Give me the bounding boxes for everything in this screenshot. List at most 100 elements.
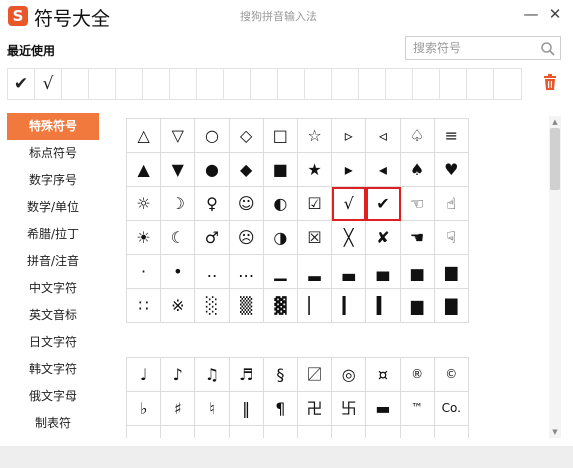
symbol-cell[interactable]: ▎ <box>332 289 367 323</box>
symbol-cell[interactable]: ● <box>195 153 230 187</box>
symbol-cell[interactable]: ▃ <box>332 255 367 289</box>
sidebar-item[interactable]: 特殊符号 <box>7 113 99 140</box>
symbol-cell[interactable]: ☹ <box>229 221 264 255</box>
symbol-cell[interactable]: ★ <box>297 153 333 187</box>
symbol-cell[interactable]: ♀ <box>195 187 230 221</box>
sidebar-item[interactable]: 数学/单位 <box>7 194 99 221</box>
symbol-cell[interactable]: ▅ <box>400 255 435 289</box>
symbol-cell[interactable]: 〼 <box>297 358 333 392</box>
symbol-cell[interactable]: ▬ <box>366 392 401 426</box>
sidebar-item[interactable]: 数字序号 <box>7 167 99 194</box>
scroll-down-arrow-icon[interactable]: ▼ <box>549 426 561 438</box>
symbol-cell[interactable]: ☑ <box>297 187 333 221</box>
symbol-cell[interactable] <box>401 426 435 438</box>
symbol-cell[interactable]: ‥ <box>195 255 230 289</box>
symbol-cell[interactable]: ♩ <box>127 358 162 392</box>
symbol-cell[interactable]: ░ <box>195 289 230 323</box>
symbol-cell[interactable]: ◆ <box>229 153 264 187</box>
close-button[interactable]: ✕ <box>545 3 565 25</box>
symbol-cell[interactable]: © <box>434 358 469 392</box>
symbol-cell[interactable] <box>366 426 401 438</box>
symbol-cell[interactable]: ▄ <box>366 255 401 289</box>
symbol-cell[interactable] <box>195 426 230 438</box>
symbol-cell[interactable]: ♫ <box>195 358 230 392</box>
symbol-cell[interactable] <box>435 426 469 438</box>
scroll-thumb[interactable] <box>550 128 560 190</box>
symbol-cell[interactable]: ◃ <box>366 119 401 153</box>
symbol-cell[interactable]: ☜ <box>400 187 435 221</box>
symbol-cell[interactable]: ◂ <box>366 153 401 187</box>
symbol-cell[interactable]: ◐ <box>263 187 298 221</box>
symbol-cell[interactable]: 卍 <box>297 392 333 426</box>
symbol-cell[interactable]: ≡ <box>434 119 469 153</box>
symbol-cell[interactable]: 卐 <box>332 392 367 426</box>
recent-symbol-cell[interactable] <box>359 69 386 99</box>
symbol-cell[interactable]: ▽ <box>161 119 196 153</box>
symbol-cell[interactable]: ☝ <box>434 187 469 221</box>
symbol-cell[interactable]: ∷ <box>127 289 162 323</box>
symbol-cell[interactable]: ☚ <box>400 221 435 255</box>
recent-symbol-cell[interactable] <box>116 69 143 99</box>
recent-symbol-cell[interactable] <box>197 69 224 99</box>
symbol-cell[interactable]: ® <box>400 358 435 392</box>
recent-symbol-cell[interactable] <box>305 69 332 99</box>
sidebar-item[interactable]: 俄文字母 <box>7 383 99 410</box>
sidebar-item[interactable]: 标点符号 <box>7 140 99 167</box>
recent-symbol-cell[interactable] <box>278 69 305 99</box>
recent-symbol-cell[interactable] <box>386 69 413 99</box>
symbol-cell[interactable]: ╳ <box>332 221 367 255</box>
sidebar-item[interactable]: 英文音标 <box>7 302 99 329</box>
symbol-cell[interactable] <box>264 426 298 438</box>
symbol-cell[interactable]: ♂ <box>195 221 230 255</box>
sidebar-item[interactable]: 中文字符 <box>7 275 99 302</box>
sidebar-item[interactable]: 拼音/注音 <box>7 248 99 275</box>
symbol-cell[interactable] <box>127 426 162 438</box>
symbol-cell[interactable]: ♯ <box>161 392 196 426</box>
symbol-cell[interactable]: § <box>263 358 298 392</box>
symbol-cell[interactable]: ▏ <box>297 289 333 323</box>
search-icon[interactable] <box>540 41 556 57</box>
search-input[interactable] <box>406 37 534 59</box>
symbol-cell[interactable]: ♠ <box>400 153 435 187</box>
recent-symbol-cell[interactable] <box>440 69 467 99</box>
symbol-cell[interactable]: ✘ <box>366 221 401 255</box>
symbol-cell[interactable]: ▼ <box>161 153 196 187</box>
symbol-cell[interactable]: ¶ <box>263 392 298 426</box>
symbol-cell[interactable]: ▍ <box>366 289 401 323</box>
symbol-cell[interactable]: ☆ <box>297 119 333 153</box>
symbol-cell[interactable] <box>161 426 196 438</box>
symbol-cell[interactable] <box>298 426 333 438</box>
symbol-cell[interactable]: Co. <box>434 392 469 426</box>
symbol-cell[interactable]: ☀ <box>127 221 162 255</box>
sidebar-item[interactable]: 日文字符 <box>7 329 99 356</box>
vertical-scrollbar[interactable]: ▲ ▼ <box>549 116 561 438</box>
symbol-cell[interactable]: ™ <box>400 392 435 426</box>
symbol-cell[interactable]: ☟ <box>434 221 469 255</box>
symbol-cell[interactable] <box>332 426 367 438</box>
symbol-cell[interactable]: ☾ <box>161 221 196 255</box>
symbol-cell[interactable]: ▲ <box>127 153 162 187</box>
scroll-up-arrow-icon[interactable]: ▲ <box>549 116 561 128</box>
symbol-cell[interactable]: □ <box>263 119 298 153</box>
symbol-cell[interactable]: ☺ <box>229 187 264 221</box>
symbol-cell[interactable]: △ <box>127 119 162 153</box>
symbol-cell[interactable]: • <box>161 255 196 289</box>
symbol-cell[interactable]: ■ <box>263 153 298 187</box>
recent-symbol-cell[interactable] <box>413 69 440 99</box>
symbol-cell[interactable]: · <box>127 255 162 289</box>
recent-symbol-cell[interactable] <box>467 69 494 99</box>
minimize-button[interactable]: — <box>521 3 541 25</box>
recent-symbol-cell[interactable]: √ <box>35 69 62 99</box>
sidebar-item[interactable]: 制表符 <box>7 410 99 437</box>
symbol-cell[interactable]: ♪ <box>161 358 196 392</box>
symbol-cell[interactable]: ✔ <box>366 187 401 221</box>
symbol-cell[interactable] <box>230 426 264 438</box>
recent-symbol-cell[interactable] <box>332 69 359 99</box>
symbol-cell[interactable]: ▹ <box>332 119 367 153</box>
symbol-cell[interactable]: ▆ <box>434 255 469 289</box>
symbol-cell[interactable]: ‖ <box>229 392 264 426</box>
recent-symbol-cell[interactable] <box>224 69 251 99</box>
symbol-cell[interactable]: ♮ <box>195 392 230 426</box>
symbol-cell[interactable]: ○ <box>195 119 230 153</box>
symbol-cell[interactable]: ▒ <box>229 289 264 323</box>
